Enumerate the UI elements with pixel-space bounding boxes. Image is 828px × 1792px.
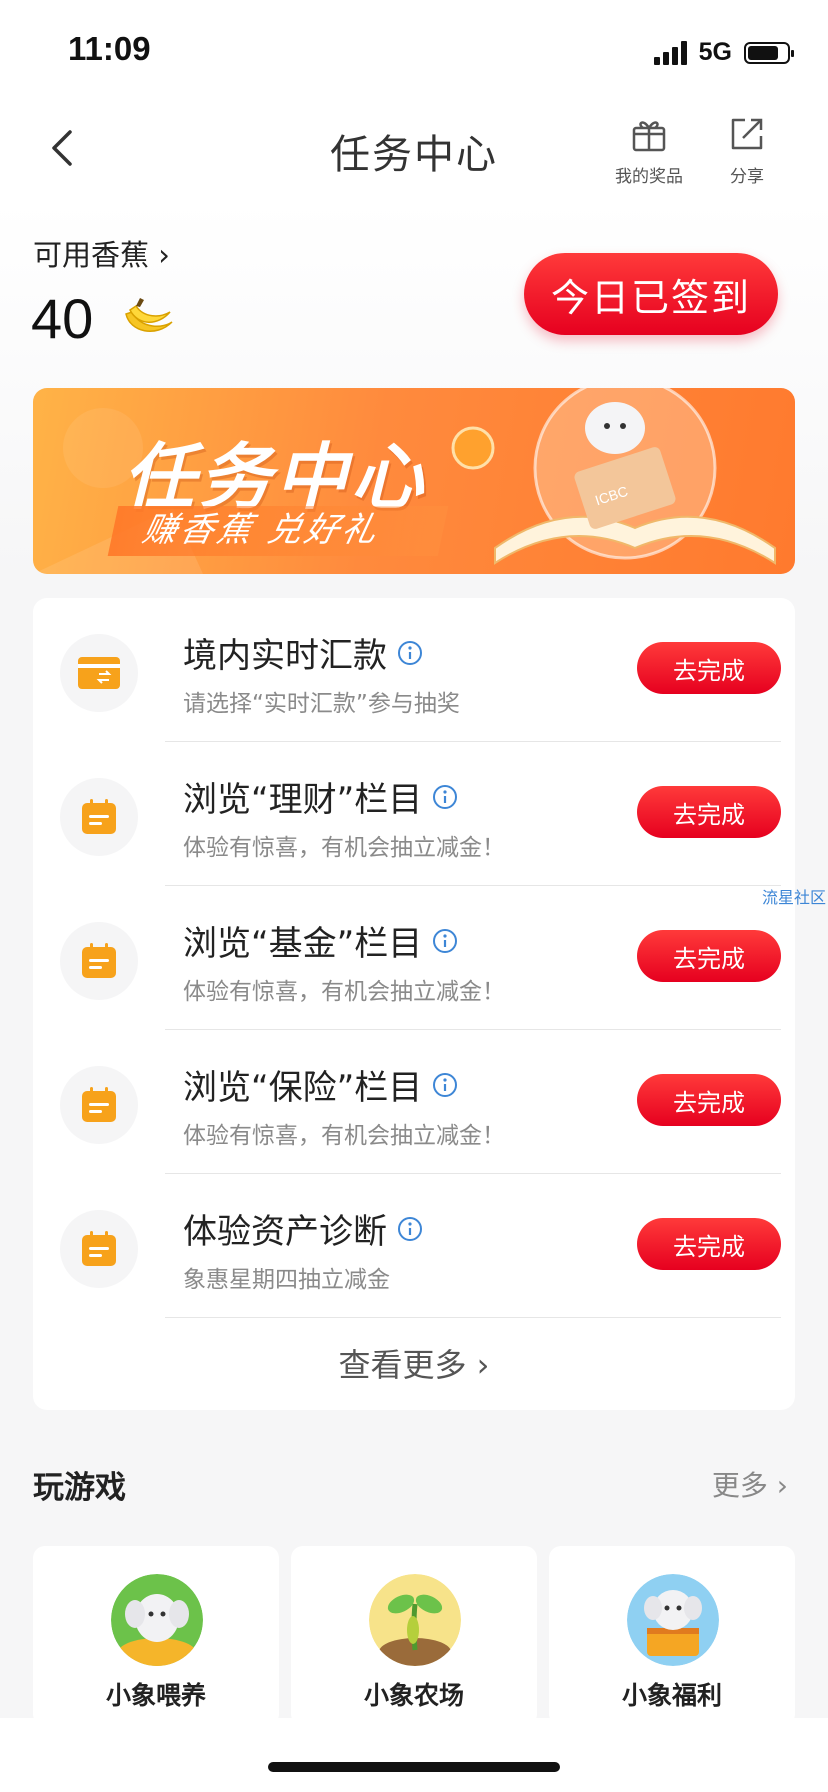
info-icon[interactable] (432, 928, 458, 954)
game-card-feeding[interactable]: 小象喂养 (33, 1546, 279, 1726)
game-card-welfare[interactable]: 小象福利 (549, 1546, 795, 1726)
task-icon-wrap (60, 634, 138, 712)
card-transfer-icon (78, 657, 120, 689)
task-list-card: 境内实时汇款 请选择“实时汇款”参与抽奖 去完成 浏览“理财”栏目 体验有惊喜，… (33, 598, 795, 1410)
task-go-button[interactable]: 去完成 (637, 1074, 781, 1126)
see-more-link[interactable]: 查看更多 › (33, 1340, 795, 1386)
signin-button[interactable]: 今日已签到 (524, 253, 778, 335)
game-card-farm[interactable]: 小象农场 (291, 1546, 537, 1726)
elephant-treasure-icon (627, 1574, 719, 1666)
signal-icon (653, 40, 687, 65)
elephant-feeding-icon (111, 1574, 203, 1666)
banner-subtitle: 赚香蕉 兑好礼 (107, 506, 449, 556)
home-bar-area (0, 1718, 828, 1792)
banana-icon (125, 298, 173, 332)
task-title: 浏览“基金”栏目 (183, 916, 458, 965)
task-center-banner[interactable]: 任务中心 赚香蕉 兑好礼 ICBC (33, 388, 795, 574)
task-title: 浏览“理财”栏目 (183, 772, 458, 821)
info-icon[interactable] (397, 640, 423, 666)
share-button[interactable]: 分享 (702, 114, 792, 187)
share-icon (731, 118, 763, 150)
info-icon[interactable] (397, 1216, 423, 1242)
task-row: 境内实时汇款 请选择“实时汇款”参与抽奖 去完成 (33, 598, 795, 742)
task-go-button[interactable]: 去完成 (637, 642, 781, 694)
info-icon[interactable] (432, 784, 458, 810)
available-bananas-link[interactable]: 可用香蕉 › (33, 232, 170, 274)
task-title-text: 体验资产诊断 (183, 1212, 387, 1252)
task-row: 体验资产诊断 象惠星期四抽立减金 去完成 (33, 1174, 795, 1318)
divider (165, 1317, 781, 1318)
info-icon[interactable] (432, 1072, 458, 1098)
task-subtitle: 象惠星期四抽立减金 (183, 1267, 390, 1293)
share-label: 分享 (730, 167, 764, 187)
task-subtitle: 请选择“实时汇款”参与抽奖 (183, 691, 460, 717)
task-row: 浏览“理财”栏目 体验有惊喜，有机会抽立减金！ 去完成 (33, 742, 795, 886)
games-heading: 玩游戏 (33, 1470, 126, 1506)
task-title: 浏览“保险”栏目 (183, 1060, 458, 1109)
task-title: 体验资产诊断 (183, 1204, 423, 1253)
my-prizes-button[interactable]: 我的奖品 (604, 114, 694, 187)
games-more-link[interactable]: 更多 › (712, 1464, 788, 1504)
game-label: 小象喂养 (105, 1681, 206, 1710)
calendar-icon (82, 943, 116, 978)
calendar-icon (82, 799, 116, 834)
task-title-text: 浏览“保险”栏目 (183, 1068, 423, 1108)
network-type: 5G (698, 38, 732, 66)
bean-sprout-icon (369, 1574, 461, 1666)
calendar-icon (82, 1231, 116, 1266)
banana-count: 40 (31, 287, 94, 350)
game-label: 小象福利 (621, 1681, 722, 1710)
status-time: 11:09 (68, 30, 151, 67)
home-indicator[interactable] (268, 1762, 560, 1772)
task-row: 浏览“保险”栏目 体验有惊喜，有机会抽立减金！ 去完成 (33, 1030, 795, 1174)
calendar-icon (82, 1087, 116, 1122)
game-label: 小象农场 (363, 1681, 464, 1710)
task-title: 境内实时汇款 (183, 628, 423, 677)
elephant-book-illustration: ICBC (494, 388, 776, 565)
battery-icon (744, 41, 794, 64)
status-bar: 11:09 5G (0, 0, 828, 100)
task-icon-wrap (60, 1066, 138, 1144)
gift-icon (632, 121, 666, 152)
task-title-text: 浏览“基金”栏目 (183, 924, 423, 964)
nav-bar: 任务中心 我的奖品 分享 (0, 100, 828, 200)
my-prizes-label: 我的奖品 (615, 167, 683, 187)
task-row: 浏览“基金”栏目 体验有惊喜，有机会抽立减金！ 去完成 (33, 886, 795, 1030)
task-icon-wrap (60, 922, 138, 1000)
task-icon-wrap (60, 778, 138, 856)
task-title-text: 境内实时汇款 (183, 636, 387, 676)
task-title-text: 浏览“理财”栏目 (183, 780, 423, 820)
task-go-button[interactable]: 去完成 (637, 1218, 781, 1270)
task-go-button[interactable]: 去完成 (637, 930, 781, 982)
watermark: 流星社区 (762, 888, 827, 907)
status-indicators: 5G (653, 38, 794, 67)
task-icon-wrap (60, 1210, 138, 1288)
task-go-button[interactable]: 去完成 (637, 786, 781, 838)
task-subtitle: 体验有惊喜，有机会抽立减金！ (183, 979, 505, 1005)
task-subtitle: 体验有惊喜，有机会抽立减金！ (183, 835, 505, 861)
task-subtitle: 体验有惊喜，有机会抽立减金！ (183, 1123, 505, 1149)
